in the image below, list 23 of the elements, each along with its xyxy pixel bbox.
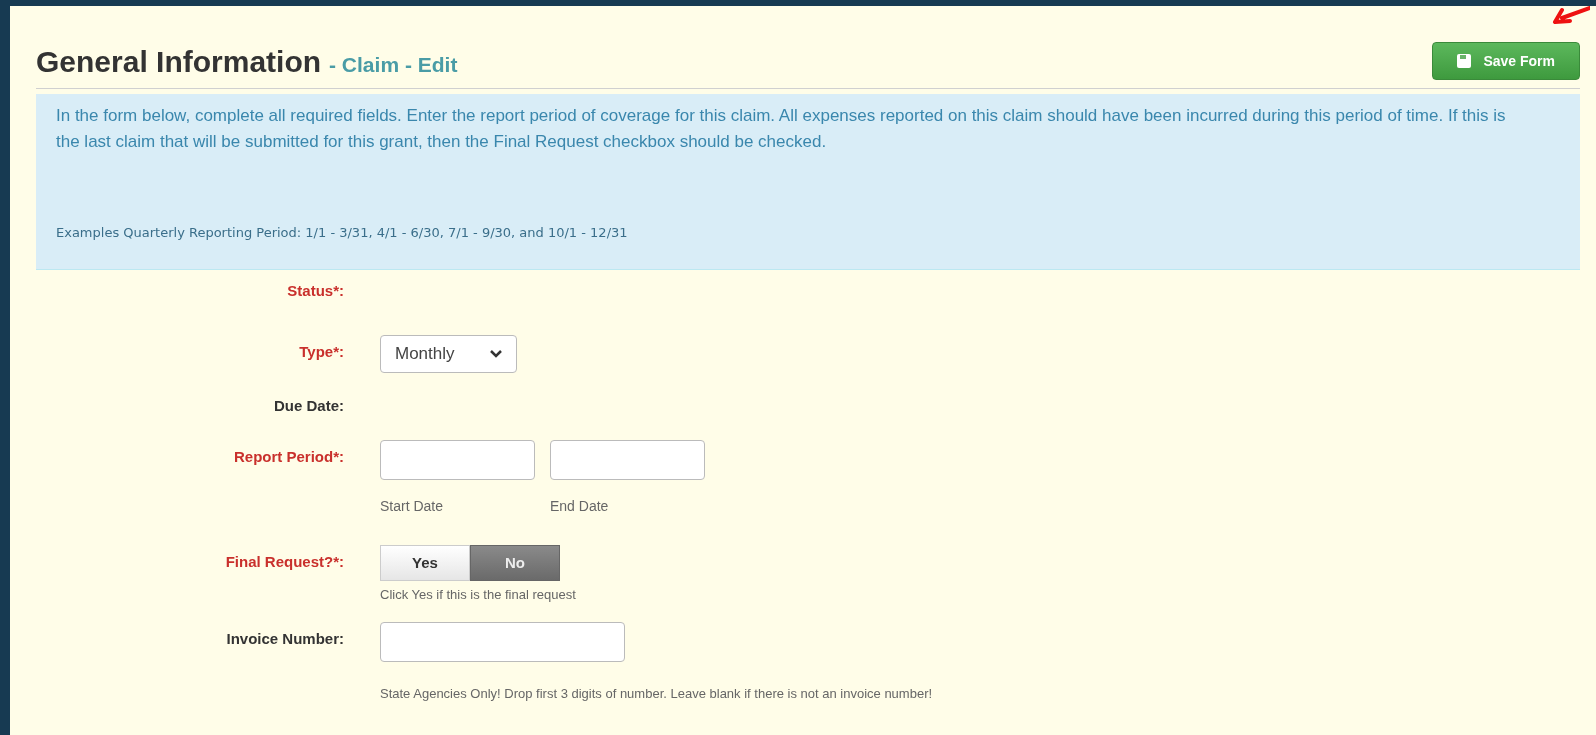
page-subtitle: - Claim - Edit <box>329 51 458 78</box>
examples-note: Examples Quarterly Reporting Period: 1/1 - 3/31, 4/1 - 6/30, 7/1 - 9/30, and 10/1 - 12/31 <box>56 223 629 242</box>
chevron-down-icon <box>490 350 502 358</box>
field-label: Due Date: <box>273 396 344 416</box>
field-label: Status*: <box>286 281 344 301</box>
type-dropdown[interactable]: Monthly <box>380 335 517 373</box>
field-caption: Start Date <box>380 497 445 516</box>
field-label: Type*: <box>298 342 344 362</box>
toggle-option[interactable]: Yes <box>380 545 470 581</box>
help-text: State Agencies Only! Drop first 3 digits of number. Leave blank if there is not an invoice number! <box>380 685 933 703</box>
field-label: Invoice Number: <box>225 629 344 649</box>
field-caption: End Date <box>550 497 610 516</box>
save-icon <box>1457 54 1472 68</box>
instructions-text: In the form below, complete all required fields. Enter the report period of coverage for this claim. All expenses reported on this claim should have been incurred during this period of time. If this is the last claim that will be submitted for this grant, then the Final Request checkbox should be checked. <box>56 105 1507 153</box>
toggle-option[interactable]: No <box>470 545 560 581</box>
help-text: Click Yes if this is the final request <box>380 586 576 604</box>
date-field[interactable] <box>550 440 705 480</box>
field-label: Report Period*: <box>233 447 344 467</box>
field-label: Final Request?*: <box>224 552 344 572</box>
page-title: General Information <box>36 46 322 77</box>
invoice-number-field[interactable] <box>380 622 625 662</box>
arrow-icon <box>1550 6 1590 24</box>
date-field[interactable] <box>380 440 535 480</box>
